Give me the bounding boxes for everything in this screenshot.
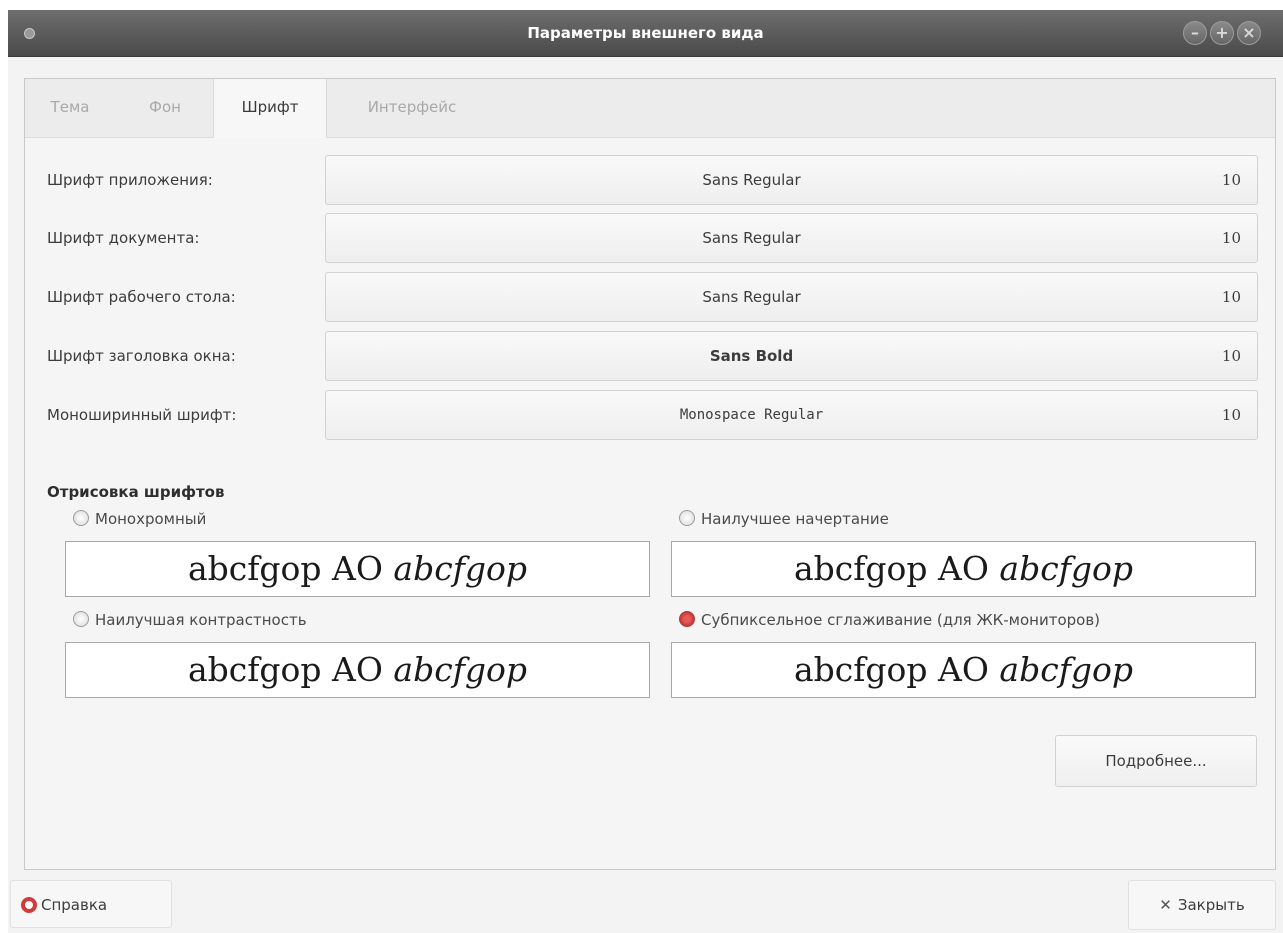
- help-button-label: Справка: [41, 896, 108, 914]
- window-title-font-label: Шрифт заголовка окна:: [47, 347, 236, 365]
- preview-regular-text: abcfgop AO: [793, 549, 1000, 588]
- window-title-font-button[interactable]: Sans Bold 10: [325, 331, 1258, 381]
- desktop-font-button[interactable]: Sans Regular 10: [325, 272, 1258, 322]
- font-size: 10: [1221, 288, 1241, 306]
- monospace-font-label: Моноширинный шрифт:: [47, 406, 237, 424]
- font-name: Sans Regular: [702, 288, 801, 306]
- radio-label: Субпиксельное сглаживание (для ЖК-монито…: [701, 611, 1101, 629]
- radio-best-contrast[interactable]: Наилучшая контрастность: [73, 608, 307, 632]
- font-name: Sans Regular: [702, 171, 801, 189]
- radio-button-icon[interactable]: [73, 611, 89, 627]
- help-button[interactable]: Справка: [10, 880, 172, 928]
- radio-subpixel[interactable]: Субпиксельное сглаживание (для ЖК-монито…: [679, 608, 1100, 632]
- radio-label: Монохромный: [95, 510, 207, 528]
- preview-italic-text: abcfgop: [999, 650, 1134, 689]
- tab-font[interactable]: Шрифт: [213, 79, 327, 138]
- close-icon: ✕: [1159, 896, 1172, 914]
- radio-label: Наилучшее начертание: [701, 510, 889, 528]
- font-size: 10: [1221, 406, 1241, 424]
- close-button-label: Закрыть: [1177, 896, 1245, 914]
- tab-interface[interactable]: Интерфейс: [343, 79, 481, 137]
- minimize-icon[interactable]: –: [1183, 21, 1207, 45]
- preview-italic-text: abcfgop: [393, 549, 528, 588]
- font-rendering-heading: Отрисовка шрифтов: [47, 483, 225, 501]
- radio-best-shapes[interactable]: Наилучшее начертание: [679, 507, 889, 531]
- document-font-label: Шрифт документа:: [47, 229, 200, 247]
- maximize-icon[interactable]: +: [1210, 21, 1234, 45]
- font-name: Monospace Regular: [679, 407, 824, 423]
- radio-button-icon[interactable]: [73, 510, 89, 526]
- font-name: Sans Bold: [709, 347, 794, 365]
- tab-theme[interactable]: Тема: [35, 79, 105, 137]
- settings-notebook: Тема Фон Шрифт Интерфейс Шрифт приложени…: [24, 78, 1276, 870]
- radio-button-checked-icon[interactable]: [679, 611, 695, 627]
- window-title: Параметры внешнего вида: [527, 24, 764, 42]
- preview-regular-text: abcfgop AO: [187, 549, 394, 588]
- close-button[interactable]: ✕ Закрыть: [1128, 880, 1276, 930]
- tab-background[interactable]: Фон: [125, 79, 205, 137]
- application-font-button[interactable]: Sans Regular 10: [325, 155, 1258, 205]
- radio-button-icon[interactable]: [679, 510, 695, 526]
- font-size: 10: [1221, 229, 1241, 247]
- font-size: 10: [1221, 347, 1241, 365]
- font-name: Sans Regular: [702, 229, 801, 247]
- radio-monochrome[interactable]: Монохромный: [73, 507, 206, 531]
- preview-italic-text: abcfgop: [393, 650, 528, 689]
- font-size: 10: [1221, 171, 1241, 189]
- preview-monochrome: abcfgop AO abcfgop: [65, 541, 650, 597]
- document-font-button[interactable]: Sans Regular 10: [325, 213, 1258, 263]
- tab-bar: Тема Фон Шрифт Интерфейс: [25, 79, 1275, 138]
- preview-regular-text: abcfgop AO: [793, 650, 1000, 689]
- radio-label: Наилучшая контрастность: [95, 611, 307, 629]
- help-lifebuoy-icon: [21, 897, 37, 913]
- application-font-label: Шрифт приложения:: [47, 171, 213, 189]
- details-button[interactable]: Подробнее...: [1055, 735, 1257, 787]
- desktop-font-label: Шрифт рабочего стола:: [47, 288, 236, 306]
- preview-best-shapes: abcfgop AO abcfgop: [671, 541, 1256, 597]
- preview-subpixel: abcfgop AO abcfgop: [671, 642, 1256, 698]
- preview-best-contrast: abcfgop AO abcfgop: [65, 642, 650, 698]
- preview-italic-text: abcfgop: [999, 549, 1134, 588]
- monospace-font-button[interactable]: Monospace Regular 10: [325, 390, 1258, 440]
- appearance-preferences-window: Параметры внешнего вида – + × Тема Фон Ш…: [8, 10, 1283, 933]
- close-window-icon[interactable]: ×: [1237, 21, 1261, 45]
- titlebar: Параметры внешнего вида – + ×: [8, 10, 1283, 57]
- preview-regular-text: abcfgop AO: [187, 650, 394, 689]
